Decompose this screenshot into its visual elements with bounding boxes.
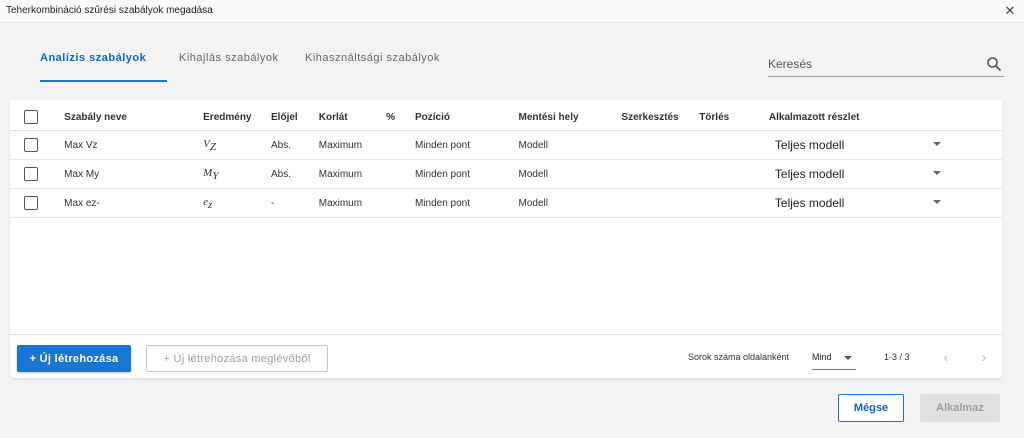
row-checkbox[interactable] bbox=[24, 196, 38, 210]
applied-part-select[interactable]: Teljes modell bbox=[769, 167, 947, 181]
rule-position: Minden pont bbox=[414, 188, 519, 218]
search-box bbox=[768, 54, 1004, 77]
chevron-down-icon bbox=[932, 171, 941, 175]
next-page-icon[interactable]: › bbox=[976, 348, 992, 366]
table-row[interactable]: Max ez- ez - Maximum Minden pont Modell … bbox=[10, 188, 1002, 218]
row-checkbox[interactable] bbox=[24, 167, 38, 181]
search-icon[interactable] bbox=[986, 56, 1002, 72]
rule-position: Minden pont bbox=[414, 130, 519, 160]
tab-buckling-rules[interactable]: Kihajlás szabályok bbox=[179, 52, 279, 64]
rule-result: MY bbox=[203, 159, 272, 189]
rule-sign: - bbox=[271, 188, 319, 218]
rule-percent bbox=[386, 188, 415, 218]
chevron-down-icon bbox=[932, 200, 941, 204]
header-sign[interactable]: Előjel bbox=[271, 104, 319, 131]
rule-percent bbox=[386, 130, 415, 160]
rule-name: Max Vz bbox=[64, 130, 204, 160]
title-bar: Teherkombináció szűrési szabályok megadá… bbox=[0, 0, 1024, 23]
header-percent[interactable]: % bbox=[386, 104, 415, 131]
table-header-row: Szabály neve Eredmény Előjel Korlát % Po… bbox=[10, 104, 1002, 131]
chevron-down-icon bbox=[844, 356, 852, 360]
rows-per-page-select[interactable]: Mind bbox=[812, 345, 856, 370]
header-position[interactable]: Pozíció bbox=[414, 104, 519, 131]
rule-sign: Abs. bbox=[271, 130, 319, 160]
header-save-location[interactable]: Mentési hely bbox=[518, 104, 622, 131]
rule-position: Minden pont bbox=[414, 159, 519, 189]
rule-save-location: Modell bbox=[518, 130, 622, 160]
rule-limit: Maximum bbox=[318, 159, 387, 189]
rule-edit bbox=[621, 159, 700, 189]
close-icon[interactable]: ✕ bbox=[1002, 0, 1018, 22]
header-limit[interactable]: Korlát bbox=[318, 104, 387, 131]
tab-analysis-rules[interactable]: Analízis szabályok bbox=[40, 52, 146, 64]
cancel-button[interactable]: Mégse bbox=[838, 394, 904, 422]
row-checkbox[interactable] bbox=[24, 138, 38, 152]
chevron-down-icon bbox=[932, 142, 941, 146]
table-row[interactable]: Max My MY Abs. Maximum Minden pont Model… bbox=[10, 159, 1002, 189]
tab-utilization-rules[interactable]: Kihasználtsági szabályok bbox=[305, 52, 440, 64]
rule-edit bbox=[621, 130, 700, 160]
table-row[interactable]: Max Vz VZ Abs. Maximum Minden pont Model… bbox=[10, 130, 1002, 160]
window-title: Teherkombináció szűrési szabályok megadá… bbox=[6, 5, 213, 16]
rule-name: Max ez- bbox=[64, 188, 204, 218]
applied-part-select[interactable]: Teljes modell bbox=[769, 138, 947, 152]
header-edit: Szerkesztés bbox=[621, 104, 700, 131]
pagination-range: 1-3 / 3 bbox=[884, 352, 910, 362]
rule-result: VZ bbox=[203, 130, 272, 160]
active-tab-indicator bbox=[40, 80, 167, 82]
rules-card: Szabály neve Eredmény Előjel Korlát % Po… bbox=[10, 100, 1002, 378]
rules-table: Szabály neve Eredmény Előjel Korlát % Po… bbox=[10, 104, 1002, 218]
header-result[interactable]: Eredmény bbox=[203, 104, 272, 131]
applied-part-select[interactable]: Teljes modell bbox=[769, 196, 947, 210]
rule-delete bbox=[699, 188, 769, 218]
header-delete: Törlés bbox=[699, 104, 769, 131]
apply-button: Alkalmaz bbox=[920, 394, 1000, 422]
footer-divider bbox=[10, 334, 1002, 335]
rule-result: ez bbox=[203, 188, 272, 218]
create-new-button[interactable]: + Új létrehozása bbox=[17, 345, 131, 372]
rule-percent bbox=[386, 159, 415, 189]
header-applied-part[interactable]: Alkalmazott részlet bbox=[768, 104, 1002, 131]
rule-sign: Abs. bbox=[271, 159, 319, 189]
rule-edit bbox=[621, 188, 700, 218]
header-name[interactable]: Szabály neve bbox=[64, 104, 204, 131]
rule-name: Max My bbox=[64, 159, 204, 189]
select-all-checkbox[interactable] bbox=[24, 110, 38, 124]
rule-limit: Maximum bbox=[318, 130, 387, 160]
create-from-existing-button: + Új létrehozása meglévőből bbox=[146, 345, 328, 372]
rule-delete bbox=[699, 159, 769, 189]
rule-save-location: Modell bbox=[518, 188, 622, 218]
rows-per-page-label: Sorok száma oldalanként bbox=[688, 352, 790, 362]
rule-limit: Maximum bbox=[318, 188, 387, 218]
rule-delete bbox=[699, 130, 769, 160]
previous-page-icon[interactable]: ‹ bbox=[938, 348, 954, 366]
rule-save-location: Modell bbox=[518, 159, 622, 189]
search-input[interactable] bbox=[768, 54, 968, 74]
